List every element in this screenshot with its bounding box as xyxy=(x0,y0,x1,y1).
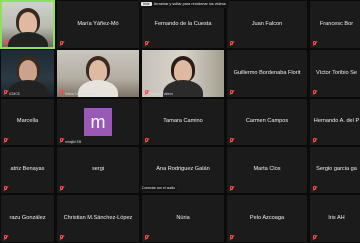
participant-tile[interactable]: sergi xyxy=(56,146,140,194)
participant-name: Christian M.Sánchez-López xyxy=(63,214,133,221)
participant-tile[interactable]: Hernando A. del P xyxy=(309,98,360,146)
mic-muted-icon xyxy=(59,234,65,240)
participant-tile[interactable]: Núria xyxy=(141,194,225,243)
participant-tile[interactable]: atriz Benayas xyxy=(0,146,55,194)
participant-name: Marcella xyxy=(16,118,39,125)
participant-video xyxy=(2,2,53,47)
participant-name: Marta Clos xyxy=(253,166,281,173)
participant-name: Pelo Azcoaga xyxy=(249,214,285,221)
mic-muted-icon xyxy=(144,234,150,240)
reorder-banner[interactable]: Hide Arrastrar y soltar para reordenar l… xyxy=(138,0,229,8)
participant-name: Ana Rodriguez Galán xyxy=(156,166,210,173)
avatar: m xyxy=(84,108,112,136)
participant-name: Fernando de la Cuesta xyxy=(154,20,212,27)
mic-muted-icon xyxy=(59,137,65,143)
mic-muted-icon xyxy=(144,40,150,46)
participant-caption: María Castellano Ibarra xyxy=(65,92,101,96)
mic-muted-icon xyxy=(59,89,65,95)
mic-muted-icon xyxy=(229,40,235,46)
mic-muted-icon xyxy=(3,234,9,240)
participant-tile[interactable] xyxy=(0,0,55,49)
participant-name: Guillermo Bordenaba Florit xyxy=(233,69,301,76)
video-gallery: María Yáñez-Mó Fernando de la Cuesta Juan … xyxy=(0,0,360,243)
participant-name: Juan Falcon xyxy=(251,20,283,27)
participant-tile[interactable]: María Yáñez-Mó xyxy=(56,0,140,49)
participant-name: sergi xyxy=(91,166,105,173)
participant-tile[interactable]: Christian M.Sánchez-López xyxy=(56,194,140,243)
participant-name: Víctor Toribio Se xyxy=(316,69,357,76)
banner-badge[interactable]: Hide xyxy=(141,2,152,6)
participant-tile[interactable]: Francesc Bor xyxy=(309,0,360,49)
person-silhouette xyxy=(18,60,37,82)
audio-tooltip: Conectar con el audio xyxy=(140,185,177,191)
mic-muted-icon xyxy=(229,137,235,143)
participant-tile[interactable]: María L. Valero xyxy=(141,49,225,98)
mic-muted-icon xyxy=(144,137,150,143)
participant-name: Sergio garcia ga xyxy=(316,166,357,173)
participant-tile[interactable]: Guillermo Bordenaba Florit xyxy=(226,49,308,98)
participant-name: Iris AH xyxy=(328,214,345,221)
participant-name: razu González xyxy=(9,214,46,221)
participant-caption: mhajibi EB xyxy=(65,140,82,144)
participant-tile[interactable]: Pelo Azcoaga xyxy=(226,194,308,243)
participant-tile[interactable]: Marta Clos xyxy=(226,146,308,194)
participant-tile[interactable]: Juan Falcon xyxy=(226,0,308,49)
participant-grid: María Yáñez-Mó Fernando de la Cuesta Juan … xyxy=(0,0,360,243)
participant-name: Francesc Bor xyxy=(319,20,354,27)
participant-video xyxy=(57,50,139,97)
mic-muted-icon xyxy=(3,185,9,191)
participant-tile[interactable]: ICMCE xyxy=(0,49,55,98)
participant-caption: ICMCE xyxy=(9,92,20,96)
participant-name: Hernando A. del P xyxy=(313,118,360,125)
person-silhouette xyxy=(18,12,37,34)
mic-muted-icon xyxy=(312,234,318,240)
mic-muted-icon xyxy=(229,185,235,191)
participant-tile[interactable]: Víctor Toribio Se xyxy=(309,49,360,98)
mic-muted-icon xyxy=(59,185,65,191)
participant-video xyxy=(1,50,54,97)
participant-tile[interactable]: razu González xyxy=(0,194,55,243)
mic-muted-icon xyxy=(312,40,318,46)
participant-tile[interactable]: m mhajibi EB xyxy=(56,98,140,146)
mic-muted-icon xyxy=(3,89,9,95)
person-silhouette xyxy=(89,60,107,82)
mic-muted-icon xyxy=(312,89,318,95)
participant-video xyxy=(142,50,224,97)
mic-muted-icon xyxy=(59,40,65,46)
mic-muted-icon xyxy=(312,185,318,191)
mic-muted-icon xyxy=(144,89,150,95)
participant-tile[interactable]: Iris AH xyxy=(309,194,360,243)
person-body xyxy=(7,32,48,47)
participant-name: Núria xyxy=(176,214,190,221)
participant-tile[interactable]: María Castellano Ibarra xyxy=(56,49,140,98)
participant-name: Carmen Campos xyxy=(245,118,289,125)
participant-tile[interactable]: Carmen Campos xyxy=(226,98,308,146)
participant-tile[interactable]: Marcella xyxy=(0,98,55,146)
banner-text: Arrastrar y soltar para reordenar los vi… xyxy=(153,2,226,6)
participant-tile[interactable]: Sergio garcia ga xyxy=(309,146,360,194)
participant-caption: María L. Valero xyxy=(150,92,173,96)
participant-tile[interactable]: Tamara Camino xyxy=(141,98,225,146)
mic-muted-icon xyxy=(229,89,235,95)
participant-name: María Yáñez-Mó xyxy=(77,20,119,27)
participant-name: Tamara Camino xyxy=(163,118,203,125)
mic-muted-icon xyxy=(3,137,9,143)
mic-muted-icon xyxy=(4,39,10,45)
mic-muted-icon xyxy=(229,234,235,240)
participant-name: atriz Benayas xyxy=(10,166,45,173)
person-silhouette xyxy=(174,60,192,82)
mic-muted-icon xyxy=(312,137,318,143)
